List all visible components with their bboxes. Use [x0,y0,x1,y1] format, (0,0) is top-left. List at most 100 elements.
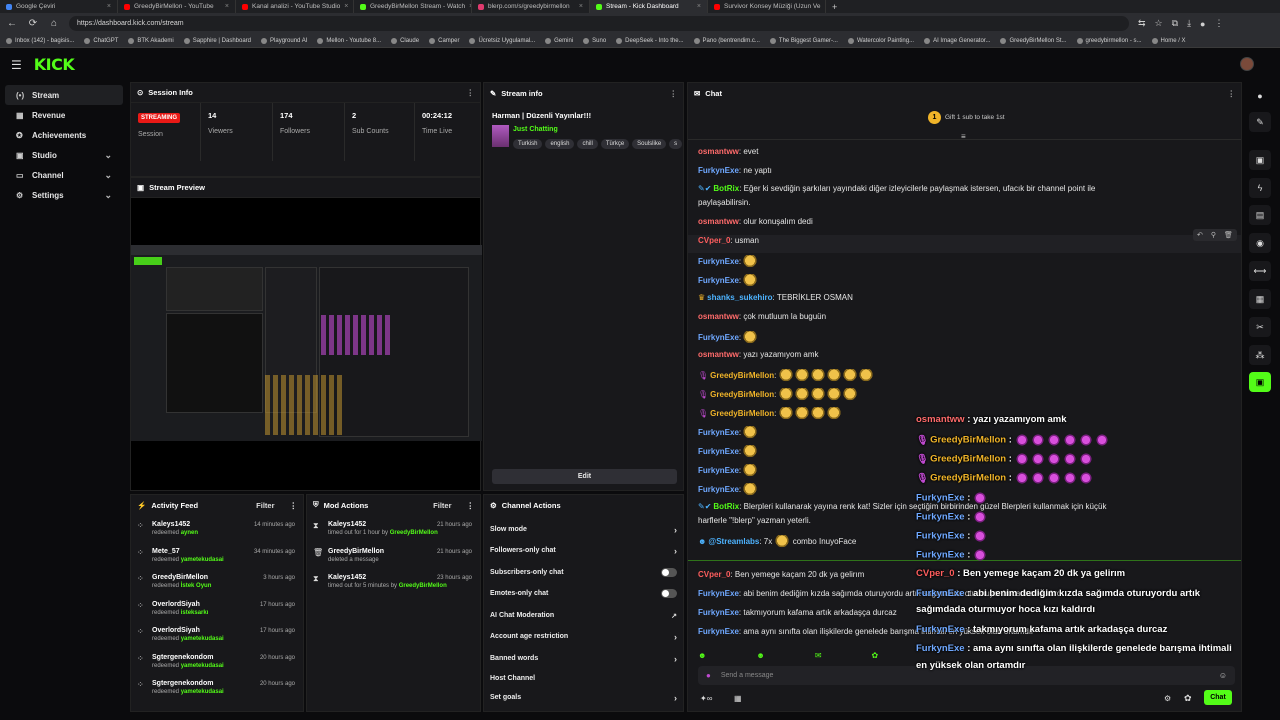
bookmark-item[interactable]: Suno [583,37,606,44]
banned-words-action[interactable]: Banned words › [490,648,677,669]
sidebar-item-revenue[interactable]: ▦ Revenue [5,105,123,125]
bookmark-item[interactable]: Playground AI [261,37,307,44]
bookmark-item[interactable]: Ücretsiz Uygulamal... [469,37,535,44]
gift-sub-banner[interactable]: 1 Gift 1 sub to take 1st [928,111,1005,124]
bookmark-item[interactable]: Home / X [1151,37,1186,44]
lightning-icon[interactable]: ϟ [1249,178,1271,198]
chat-username[interactable]: FurkynExe [698,608,739,617]
chat-message[interactable]: osmantww: yazı yazamıyom amk [698,350,818,359]
browser-tab[interactable]: GreedyBirMellon - YouTube × [118,0,236,13]
chat-message[interactable]: ♛ shanks_sukehiro: TEBRİKLER OSMAN [698,293,853,302]
chat-username[interactable]: GreedyBirMellon [710,371,774,380]
chat-bubble-icon[interactable]: ◉ [1249,233,1271,253]
chat-message[interactable]: paylaşabilirsin. [698,198,750,207]
chat-message[interactable]: ☻ @Streamlabs: 7x combo InuyoFace [698,535,856,549]
stream-preview-video[interactable] [131,245,482,441]
hamburger-menu-icon[interactable]: ☰ [11,58,22,72]
chat-username[interactable]: osmantww [698,350,739,359]
more-options-icon[interactable]: ⋮ [1228,89,1236,98]
chat-message[interactable]: harflerle "!blerp" yazman yeterli. [698,516,811,525]
more-options-icon[interactable]: ⋮ [467,501,475,510]
bookmark-item[interactable]: Camper [429,37,459,44]
home-icon[interactable]: ⌂ [48,18,60,29]
delete-icon[interactable]: 🗑 [1224,231,1233,239]
bookmark-star-icon[interactable]: ☆ [1155,18,1163,29]
category-name[interactable]: Just Chatting [513,126,558,133]
ai-moderation-action[interactable]: AI Chat Moderation ↗ [490,605,677,626]
bookmark-item[interactable]: AI Image Generator... [924,37,990,44]
activity-user[interactable]: GreedyBirMellon [152,574,211,581]
subscribers-only-toggle[interactable] [661,568,677,577]
mod-action-user[interactable]: GreedyBirMellon [328,548,384,555]
bookmark-item[interactable]: Mellon - Youtube 8... [317,37,381,44]
browser-tab[interactable]: GreedyBirMellon Stream - Watch× [354,0,472,13]
sidebar-item-settings[interactable]: ⚙ Settings ⌄ [5,185,123,205]
users-icon[interactable]: ⁂ [1249,345,1271,365]
bookmark-item[interactable]: GreedyBirMellon St... [1000,37,1067,44]
activity-user[interactable]: Mete_57 [152,548,224,555]
set-goals-action[interactable]: Set goals › [490,687,677,708]
bookmark-item[interactable]: ChatGPT [84,37,118,44]
bookmark-item[interactable]: Gemini [545,37,573,44]
category-thumbnail[interactable] [492,125,509,147]
edit-button[interactable]: Edit [492,469,677,484]
points-icon[interactable]: ✦∞ [700,694,712,703]
chat-username[interactable]: FurkynExe [698,589,739,598]
chat-message[interactable]: 🎙 GreedyBirMellon: [698,369,875,383]
account-age-action[interactable]: Account age restriction › [490,626,677,647]
back-icon[interactable]: ← [6,18,18,29]
mod-action-user[interactable]: Kaleys1452 [328,574,447,581]
mod-action-user[interactable]: Kaleys1452 [328,521,438,528]
sidebar-item-channel[interactable]: ▭ Channel ⌄ [5,165,123,185]
chat-username[interactable]: GreedyBirMellon [710,409,774,418]
user-avatar[interactable] [1240,57,1254,71]
chat-message[interactable]: osmantww: çok mutluum la buguün [698,312,826,321]
settings-gear-icon[interactable]: ⚙ [1164,694,1171,703]
app-icon[interactable]: ▣ [1249,372,1271,392]
browser-tab[interactable]: blerp.com/s/greedybirmellon × [472,0,590,13]
close-tab-icon[interactable]: × [225,3,229,10]
activity-user[interactable]: Kaleys1452 [152,521,198,528]
chat-username[interactable]: FurkynExe [698,333,739,342]
chat-username[interactable]: FurkynExe [698,276,739,285]
chat-username[interactable]: FurkynExe [698,485,739,494]
new-tab-button[interactable]: + [826,2,843,12]
bookmark-item[interactable]: BTK Akademi [128,37,174,44]
send-chat-button[interactable]: Chat [1204,690,1232,705]
chat-message[interactable]: FurkynExe: [698,255,759,269]
activity-user[interactable]: Sgtergenekondom [152,654,224,661]
chat-username[interactable]: CVper_0 [698,570,730,579]
menu-icon[interactable]: ⋮ [1214,18,1223,29]
followers-only-action[interactable]: Followers-only chat › [490,540,677,561]
browser-tab[interactable]: Survivor Konsey Müziği (Uzun Ve× [708,0,826,13]
close-tab-icon[interactable]: × [579,3,583,10]
calendar-icon[interactable]: ▦ [734,694,742,703]
chat-username[interactable]: BotRix [713,184,739,193]
activity-user[interactable]: OverlordSiyah [152,601,208,608]
edit-layout-icon[interactable]: ✎ [1249,112,1271,132]
activity-user[interactable]: Sgtergenekondom [152,680,224,687]
chat-message[interactable]: FurkynExe: [698,464,759,478]
bookmark-item[interactable]: Claude [391,37,419,44]
chat-username[interactable]: BotRix [713,502,739,511]
broadcast-icon[interactable]: ⟷ [1249,261,1271,281]
url-input[interactable]: https://dashboard.kick.com/stream [69,16,1129,31]
help-icon[interactable]: ● [1249,86,1271,106]
bookmark-item[interactable]: greedybirmellon - s... [1076,37,1142,44]
translate-icon[interactable]: ⇆ [1138,18,1146,29]
chat-username[interactable]: FurkynExe [698,257,739,266]
chat-username[interactable]: shanks_sukehiro [707,293,772,302]
chat-message[interactable]: FurkynExe: [698,445,759,459]
bookmark-item[interactable]: Inbox (142) - bagisis... [6,37,74,44]
emotes-only-action[interactable]: Emotes-only chat [490,583,677,604]
chat-message[interactable]: FurkynExe: ne yaptı [698,166,772,175]
pin-icon[interactable]: ⚲ [1211,231,1216,239]
emotes-only-toggle[interactable] [661,589,677,598]
chat-username[interactable]: FurkynExe [698,166,739,175]
filter-button[interactable]: Filter [433,501,451,510]
document-icon[interactable]: ▤ [1249,205,1271,225]
chat-username[interactable]: CVper_0 [698,236,730,245]
sidebar-item-stream[interactable]: (•) Stream [5,85,123,105]
chat-message[interactable]: FurkynExe: [698,483,759,497]
profile-icon[interactable]: ● [1200,19,1205,29]
